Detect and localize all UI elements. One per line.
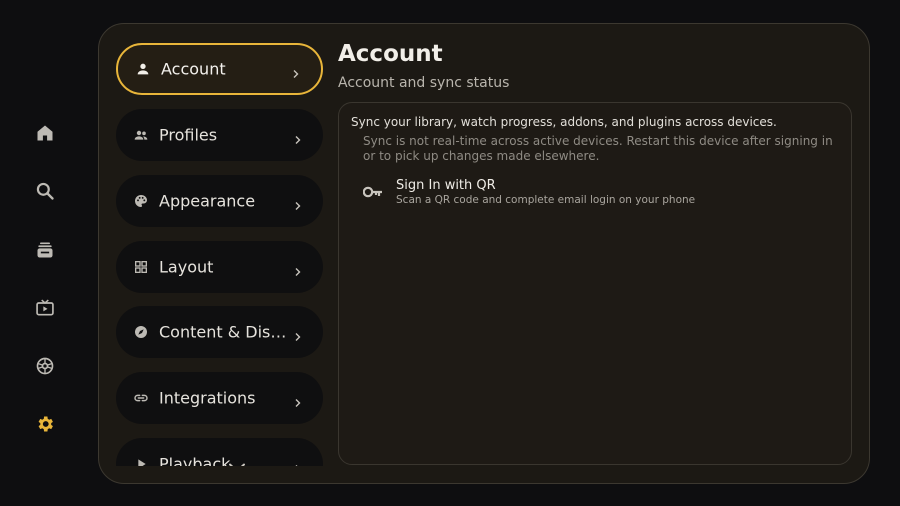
chevron-down-icon[interactable] (228, 459, 246, 466)
sign-in-description: Scan a QR code and complete email login … (396, 194, 696, 206)
library-icon (37, 242, 53, 258)
category-layout[interactable]: Layout (116, 241, 323, 293)
category-integrations[interactable]: Integrations (116, 372, 323, 424)
rail-search-button[interactable] (30, 176, 60, 206)
addons-icon (36, 357, 54, 375)
category-account[interactable]: Account (116, 43, 323, 95)
chevron-right-icon (293, 459, 303, 466)
play-icon (133, 456, 149, 466)
rail-library-button[interactable] (30, 235, 60, 265)
search-icon (36, 182, 54, 200)
home-icon (37, 125, 53, 141)
gear-icon (38, 416, 53, 432)
page-subtitle: Account and sync status (338, 75, 510, 91)
category-appearance[interactable]: Appearance (116, 175, 323, 227)
account-card: Sync your library, watch progress, addon… (338, 102, 852, 465)
chevron-right-icon (293, 130, 303, 144)
rail-addons-button[interactable] (30, 351, 60, 381)
side-rail (0, 0, 90, 506)
category-label: Appearance (159, 191, 256, 211)
sign-in-title: Sign In with QR (396, 178, 496, 193)
compass-icon (133, 324, 149, 340)
sync-description: Sync your library, watch progress, addon… (351, 115, 777, 129)
category-label: Profiles (159, 125, 218, 145)
category-label: Playback (159, 454, 231, 467)
rail-live-tv-button[interactable] (30, 293, 60, 323)
category-playback[interactable]: Playback (116, 438, 323, 466)
settings-category-list[interactable]: Account Profiles Appearance Layout Conte… (116, 42, 324, 466)
chevron-right-icon (293, 262, 303, 276)
category-label: Integrations (159, 388, 256, 408)
chevron-right-icon (293, 393, 303, 407)
category-profiles[interactable]: Profiles (116, 109, 323, 161)
sync-note: Sync is not real-time across active devi… (363, 134, 833, 163)
chevron-right-icon (293, 196, 303, 210)
category-label: Content & Disco... (159, 322, 291, 342)
palette-icon (133, 193, 149, 209)
category-content-discovery[interactable]: Content & Disco... (116, 306, 323, 358)
sign-in-with-qr-button[interactable]: Sign In with QR Scan a QR code and compl… (362, 178, 833, 210)
grid-icon (133, 259, 149, 275)
rail-settings-button[interactable] (30, 409, 60, 439)
chevron-right-icon (291, 64, 301, 78)
chevron-right-icon (293, 327, 303, 341)
people-icon (133, 127, 149, 143)
page-title: Account (338, 41, 443, 67)
person-icon (135, 61, 151, 77)
live-tv-icon (36, 299, 54, 316)
category-label: Layout (159, 257, 214, 277)
rail-home-button[interactable] (30, 118, 60, 148)
link-icon (133, 390, 149, 406)
key-icon (362, 184, 383, 198)
category-label: Account (161, 59, 226, 79)
settings-panel: Account Profiles Appearance Layout Conte… (98, 23, 870, 484)
